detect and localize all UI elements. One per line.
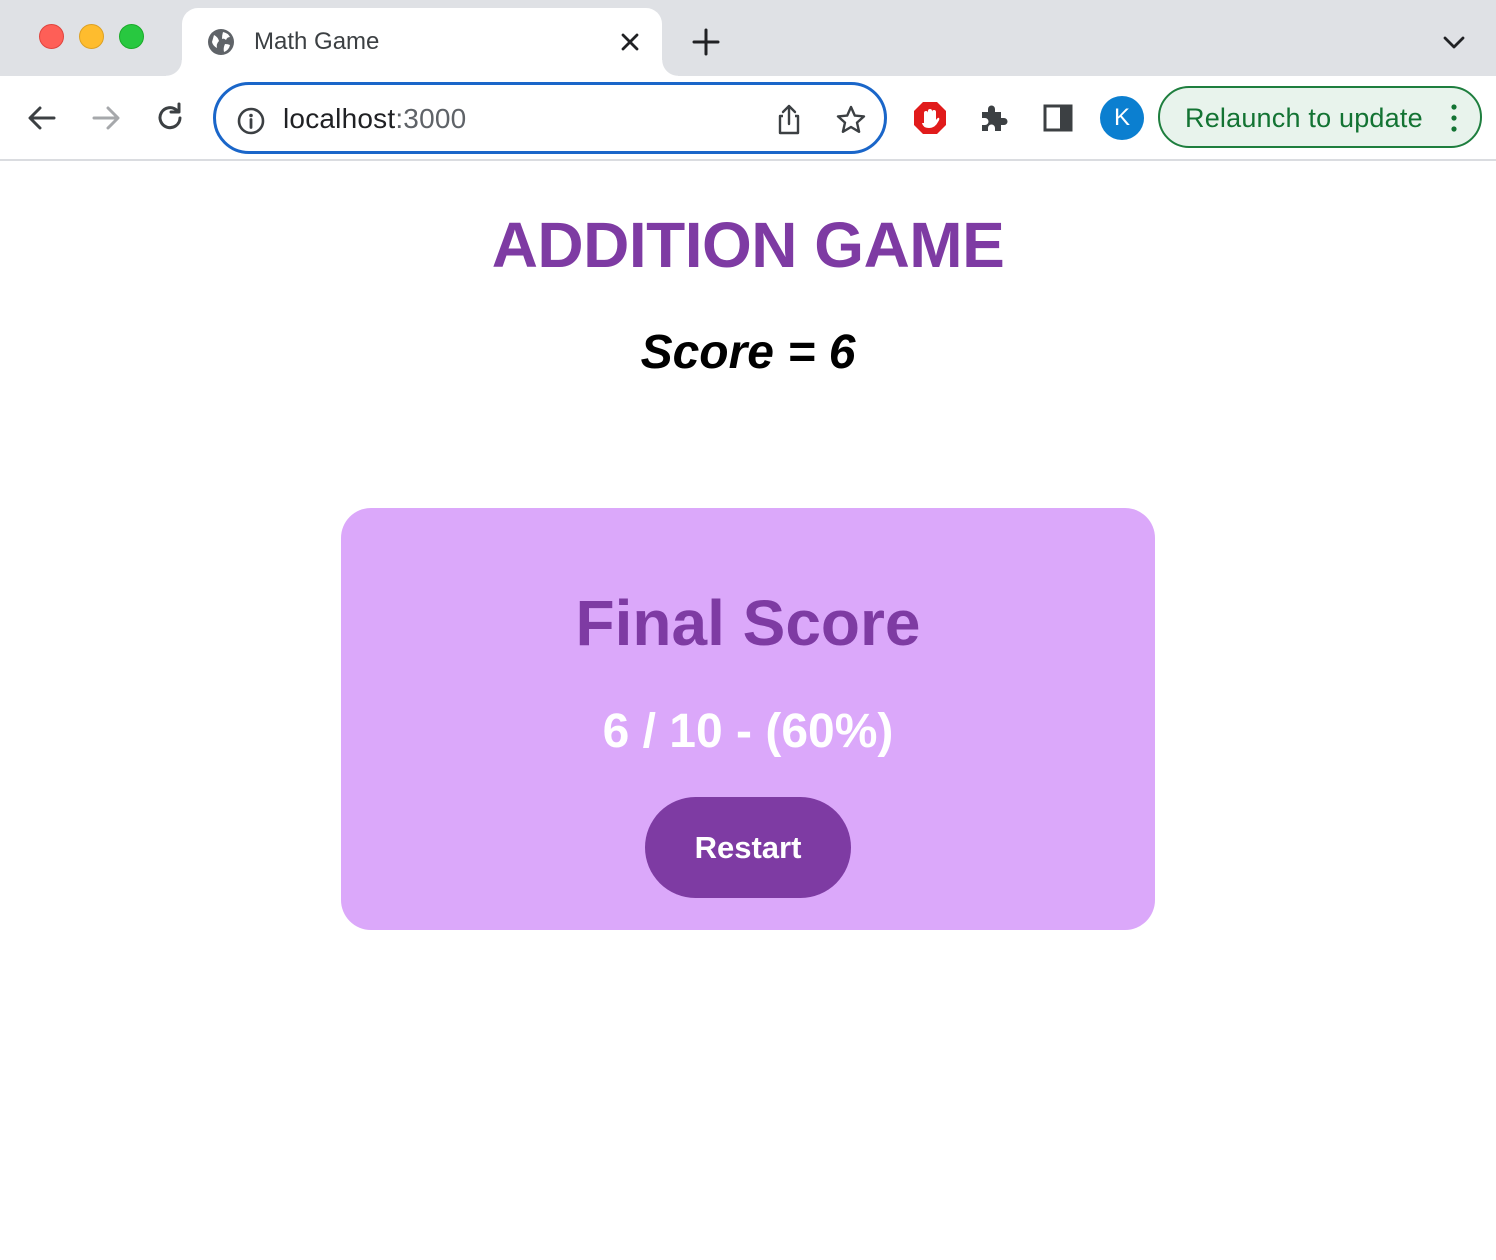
relaunch-to-update-button[interactable]: Relaunch to update	[1158, 86, 1482, 148]
adblock-extension-icon[interactable]	[910, 98, 950, 138]
tab-title: Math Game	[254, 28, 380, 55]
browser-toolbar: localhost:3000 K Relaunch to update	[0, 76, 1496, 161]
maximize-window-button[interactable]	[119, 24, 144, 49]
browser-tab[interactable]: Math Game	[166, 8, 678, 76]
address-url[interactable]: localhost:3000	[283, 103, 466, 135]
score-display: Score = 6	[640, 326, 856, 379]
close-window-button[interactable]	[39, 24, 64, 49]
forward-arrow-icon[interactable]	[86, 98, 126, 138]
minimize-window-button[interactable]	[79, 24, 104, 49]
extensions-puzzle-icon[interactable]	[974, 98, 1014, 138]
new-tab-plus-icon[interactable]	[690, 26, 722, 58]
close-icon[interactable]	[616, 28, 644, 56]
page-title: ADDITION GAME	[491, 209, 1005, 281]
url-host: localhost	[283, 103, 396, 134]
final-score-result: 6 / 10 - (60%)	[602, 705, 894, 758]
final-score-heading: Final Score	[575, 587, 921, 659]
chevron-down-icon[interactable]	[1440, 30, 1468, 54]
tab-strip: Math Game	[0, 0, 1496, 76]
share-icon[interactable]	[772, 103, 806, 137]
final-score-card: Final Score 6 / 10 - (60%) Restart	[341, 508, 1155, 930]
bookmark-star-icon[interactable]	[834, 103, 868, 137]
page-content: ADDITION GAME Score = 6 Final Score 6 / …	[0, 162, 1496, 1260]
back-arrow-icon[interactable]	[22, 98, 62, 138]
relaunch-label: Relaunch to update	[1185, 103, 1423, 133]
side-panel-icon[interactable]	[1038, 98, 1078, 138]
restart-button[interactable]: Restart	[645, 797, 851, 898]
reload-icon[interactable]	[150, 98, 190, 138]
info-icon[interactable]	[236, 106, 266, 136]
url-port: :3000	[395, 103, 467, 134]
more-vertical-icon[interactable]	[1444, 102, 1464, 134]
globe-icon	[208, 29, 234, 55]
profile-avatar[interactable]: K	[1100, 96, 1144, 140]
address-bar[interactable]: localhost:3000	[213, 82, 887, 154]
